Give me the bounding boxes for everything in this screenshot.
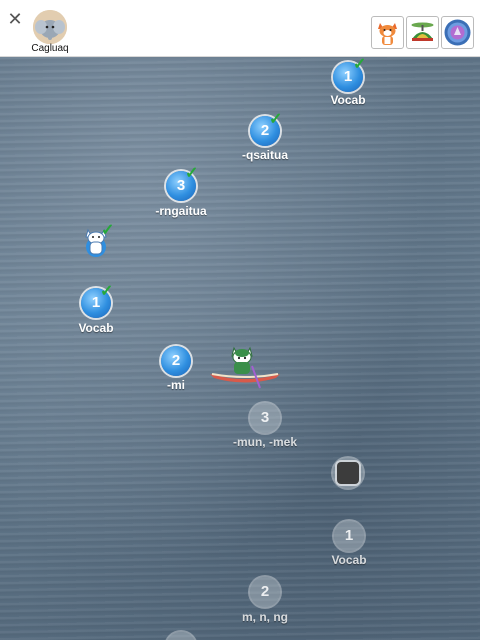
checkmark-icon: ✓ xyxy=(101,222,115,239)
checkmark-icon: ✓ xyxy=(269,111,283,128)
lesson-path-scene: 1 ✓ Vocab 2 ✓ -qsaitua 3 ✓ -rngaitua ✓ 1… xyxy=(0,57,480,640)
propeller-hat-icon xyxy=(411,22,434,41)
lesson-label: -mi xyxy=(167,378,185,392)
treasure-chest-icon xyxy=(337,462,359,484)
lesson-label: Vocab xyxy=(330,93,366,107)
checkmark-icon: ✓ xyxy=(100,283,114,300)
lesson-label: -mun, -mek xyxy=(232,435,297,449)
close-icon[interactable]: ✕ xyxy=(7,9,23,29)
lesson-label: -qsaitua xyxy=(241,148,288,162)
avatar[interactable] xyxy=(33,10,67,44)
fox-icon xyxy=(378,23,397,45)
lesson-label: -rngaitua xyxy=(155,204,207,218)
badge-icon xyxy=(444,19,471,46)
chest-node[interactable] xyxy=(333,458,363,488)
profile-name: Cagluaq xyxy=(31,43,69,54)
lesson-node-locked[interactable]: 3 xyxy=(250,403,280,433)
lesson-node-locked[interactable] xyxy=(166,632,196,640)
lesson-label: m, n, ng xyxy=(242,610,288,624)
lesson-node-locked[interactable]: 2 xyxy=(250,577,280,607)
checkmark-icon: ✓ xyxy=(185,165,199,182)
husky-kayak-icon xyxy=(210,346,280,389)
lesson-node-locked[interactable]: 1 xyxy=(334,521,364,551)
badge-button[interactable] xyxy=(441,16,474,49)
kayak-mascot xyxy=(208,340,282,390)
elephant-icon xyxy=(33,10,67,44)
lesson-label: Vocab xyxy=(331,553,367,567)
fox-character-button[interactable] xyxy=(371,16,404,49)
lesson-label: Vocab xyxy=(78,321,114,335)
top-bar: ✕ Cagluaq xyxy=(0,0,480,57)
lesson-node-current[interactable]: 2 xyxy=(161,346,191,376)
checkmark-icon: ✓ xyxy=(353,57,367,73)
propeller-hat-button[interactable] xyxy=(406,16,439,49)
